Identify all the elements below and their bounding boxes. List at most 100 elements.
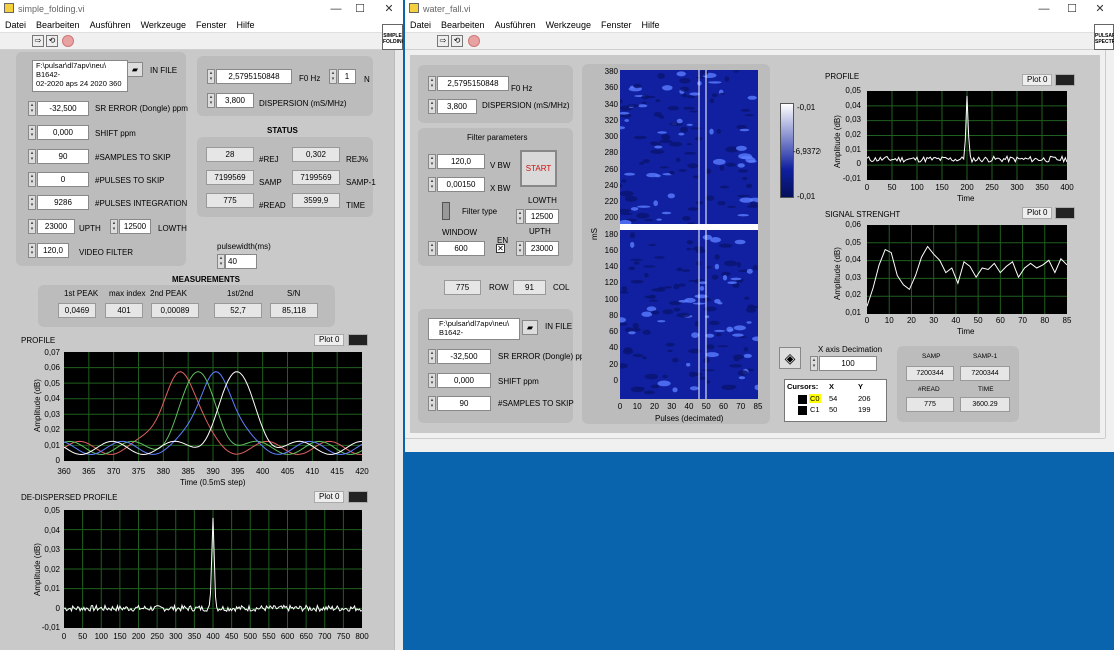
plot-style-icon[interactable] <box>1055 74 1075 86</box>
menu-bearbeiten[interactable]: Bearbeiten <box>436 18 490 32</box>
horizontal-scrollbar[interactable] <box>405 438 1105 452</box>
menu-datei[interactable]: Datei <box>405 18 436 32</box>
zoom-tool-icon[interactable]: ◈ <box>779 347 801 369</box>
menu-werkzeuge[interactable]: Werkzeuge <box>136 18 191 32</box>
run-continuous-icon[interactable]: ⟲ <box>46 35 58 47</box>
minimize-icon[interactable]: — <box>325 2 347 16</box>
menu-fenster[interactable]: Fenster <box>596 18 637 32</box>
dispersion-spinner[interactable]: ▴ ▾ <box>428 99 436 114</box>
pulses-integration-spinner[interactable]: ▴ ▾ <box>28 195 36 210</box>
window-field[interactable]: 600 <box>437 241 485 256</box>
xbw-spinner[interactable]: ▴ ▾ <box>428 177 436 192</box>
close-icon[interactable]: ✕ <box>378 2 400 16</box>
shift-spinner[interactable]: ▴ ▾ <box>428 373 436 388</box>
colorbar[interactable] <box>780 103 794 198</box>
dedispersed-plot-area[interactable] <box>63 510 363 628</box>
vertical-scrollbar[interactable] <box>1105 50 1114 438</box>
profile-plot-area[interactable] <box>63 352 363 461</box>
filter-type-toggle[interactable] <box>442 202 450 220</box>
vbw-spinner[interactable]: ▴ ▾ <box>428 154 436 169</box>
n-field[interactable]: 1 <box>338 69 356 84</box>
sr-error-field[interactable]: -32,500 <box>37 101 89 116</box>
menu-ausfuehren[interactable]: Ausführen <box>490 18 541 32</box>
plot-style-icon[interactable] <box>348 491 368 503</box>
signal-legend[interactable]: Plot 0 <box>1022 207 1053 219</box>
video-filter-field[interactable]: 120,0 <box>37 243 69 258</box>
shift-spinner[interactable]: ▴ ▾ <box>28 125 36 140</box>
shift-field[interactable]: 0,000 <box>437 373 491 388</box>
lowth-field[interactable]: 12500 <box>525 209 559 224</box>
menu-werkzeuge[interactable]: Werkzeuge <box>541 18 596 32</box>
dedispersed-legend[interactable]: Plot 0 <box>314 491 345 503</box>
menu-hilfe[interactable]: Hilfe <box>231 18 259 32</box>
upth-label: UPTH <box>79 224 101 233</box>
samples-skip-field[interactable]: 90 <box>437 396 491 411</box>
menu-fenster[interactable]: Fenster <box>191 18 232 32</box>
maximize-icon[interactable]: ☐ <box>1061 2 1083 16</box>
sr-error-spinner[interactable]: ▴ ▾ <box>28 101 36 116</box>
pulsewidth-spinner[interactable]: ▴ ▾ <box>217 254 225 269</box>
vbw-field[interactable]: 120,0 <box>437 154 485 169</box>
dispersion-spinner[interactable]: ▴ ▾ <box>207 93 215 108</box>
lowth-field[interactable]: 12500 <box>119 219 151 234</box>
menu-bearbeiten[interactable]: Bearbeiten <box>31 18 85 32</box>
profile-legend[interactable]: Plot 0 <box>314 334 345 346</box>
lowth-spinner[interactable]: ▴ ▾ <box>110 219 118 234</box>
f0-spinner[interactable]: ▴ ▾ <box>428 76 436 91</box>
x-decimation-spinner[interactable]: ▴ ▾ <box>810 356 818 371</box>
samples-skip-spinner[interactable]: ▴ ▾ <box>28 149 36 164</box>
start-button[interactable]: START <box>520 150 557 187</box>
upth-field[interactable]: 23000 <box>525 241 559 256</box>
pulses-skip-field[interactable]: 0 <box>37 172 89 187</box>
pulses-integration-field[interactable]: 9286 <box>37 195 89 210</box>
upth-spinner[interactable]: ▴ ▾ <box>516 241 524 256</box>
shift-field[interactable]: 0,000 <box>37 125 89 140</box>
pulses-skip-spinner[interactable]: ▴ ▾ <box>28 172 36 187</box>
waterfall-intensity-graph[interactable] <box>620 70 758 399</box>
menu-ausfuehren[interactable]: Ausführen <box>85 18 136 32</box>
sr-error-spinner[interactable]: ▴ ▾ <box>428 349 436 364</box>
cursor-table[interactable]: Cursors: X Y C0 54 206 C1 50 199 <box>784 379 887 422</box>
video-filter-spinner[interactable]: ▴ ▾ <box>28 243 36 258</box>
f0-spinner[interactable]: ▴ ▾ <box>207 69 215 84</box>
browse-folder-icon[interactable]: ▰ <box>127 62 143 77</box>
menu-datei[interactable]: Datei <box>0 18 31 32</box>
signal-plot-area[interactable] <box>866 225 1068 314</box>
plot-style-icon[interactable] <box>348 334 368 346</box>
close-icon[interactable]: ✕ <box>1089 2 1111 16</box>
run-arrow-icon[interactable]: ⇨ <box>32 35 44 47</box>
samples-skip-field[interactable]: 90 <box>37 149 89 164</box>
abort-icon[interactable] <box>62 35 74 47</box>
plot-style-icon[interactable] <box>1055 207 1075 219</box>
x-tick-label: 415 <box>330 467 344 476</box>
minimize-icon[interactable]: — <box>1033 2 1055 16</box>
f0-field[interactable]: 2,5795150848 <box>437 76 509 91</box>
samples-skip-spinner[interactable]: ▴ ▾ <box>428 396 436 411</box>
x-decimation-field[interactable]: 100 <box>819 356 877 371</box>
n-spinner[interactable]: ▴ ▾ <box>329 69 337 84</box>
run-arrow-icon[interactable]: ⇨ <box>437 35 449 47</box>
cursor-row-c0-name[interactable]: C0 <box>809 394 821 403</box>
browse-folder-icon[interactable]: ▰ <box>522 320 538 335</box>
run-continuous-icon[interactable]: ⟲ <box>451 35 463 47</box>
window-spinner[interactable]: ▴ ▾ <box>428 241 436 256</box>
cursor-row-c1-name[interactable]: C1 <box>809 405 821 414</box>
profile-plot-area[interactable] <box>866 91 1068 180</box>
maximize-icon[interactable]: ☐ <box>349 2 371 16</box>
upth-field[interactable]: 23000 <box>37 219 75 234</box>
dispersion-field[interactable]: 3,800 <box>216 93 254 108</box>
in-file-path[interactable]: F:\pulsar\dl7apv\neu\ B1642- 02-2020 aps… <box>32 60 128 92</box>
f0-field[interactable]: 2,5795150848 <box>216 69 292 84</box>
vertical-scrollbar[interactable] <box>394 50 403 650</box>
abort-icon[interactable] <box>468 35 480 47</box>
lowth-spinner[interactable]: ▴ ▾ <box>516 209 524 224</box>
en-checkbox[interactable]: ✕ <box>496 244 505 253</box>
dispersion-field[interactable]: 3,800 <box>437 99 477 114</box>
sr-error-field[interactable]: -32,500 <box>437 349 491 364</box>
in-file-path[interactable]: F:\pulsar\dl7apv\neu\ B1642- <box>428 318 520 340</box>
xbw-field[interactable]: 0,00150 <box>437 177 485 192</box>
pulsewidth-field[interactable]: 40 <box>225 254 257 269</box>
upth-spinner[interactable]: ▴ ▾ <box>28 219 36 234</box>
profile-legend[interactable]: Plot 0 <box>1022 74 1053 86</box>
menu-hilfe[interactable]: Hilfe <box>636 18 664 32</box>
